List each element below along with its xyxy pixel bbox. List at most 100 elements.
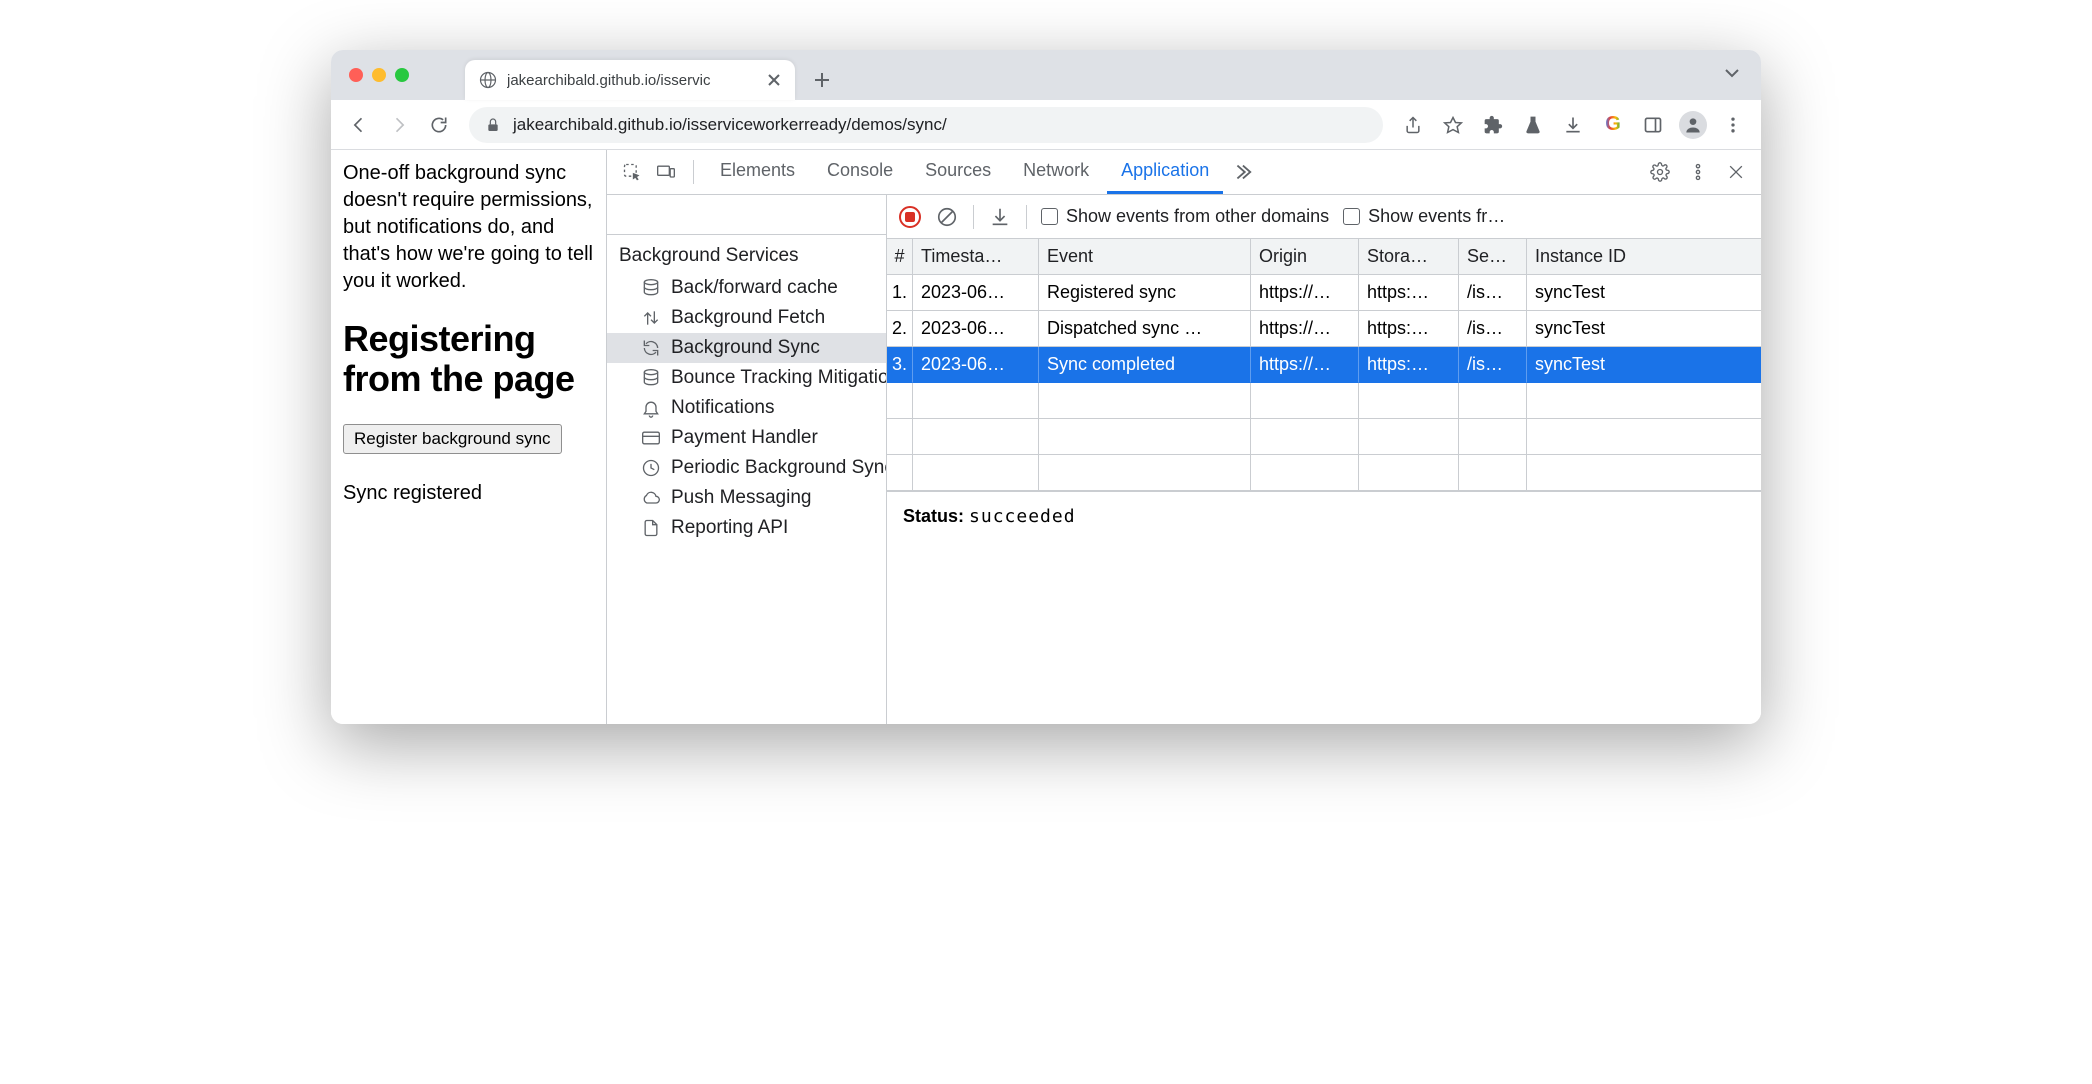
sidebar-item-label: Back/forward cache [671, 277, 838, 299]
tab-network[interactable]: Network [1009, 150, 1103, 194]
events-toolbar: Show events from other domains Show even… [887, 195, 1761, 239]
lock-icon [485, 117, 501, 133]
forward-button[interactable] [381, 107, 417, 143]
google-icon[interactable]: G [1595, 107, 1631, 143]
sidebar-item-reporting-api[interactable]: Reporting API [607, 513, 886, 543]
sidebar-item-background-fetch[interactable]: Background Fetch [607, 303, 886, 333]
sidebar-item-periodic-background-sync[interactable]: Periodic Background Sync [607, 453, 886, 483]
address-bar[interactable]: jakearchibald.github.io/isserviceworkerr… [469, 107, 1383, 143]
updown-icon [641, 308, 661, 328]
window-minimize-button[interactable] [372, 68, 386, 82]
share-icon[interactable] [1395, 107, 1431, 143]
col-storage[interactable]: Stora… [1359, 239, 1459, 275]
tab-elements[interactable]: Elements [706, 150, 809, 194]
new-tab-button[interactable] [805, 63, 839, 97]
sidebar-item-label: Background Fetch [671, 307, 825, 329]
browser-tab[interactable]: jakearchibald.github.io/isservic [465, 60, 795, 100]
sync-status-text: Sync registered [343, 482, 594, 505]
save-icon[interactable] [988, 205, 1012, 229]
sidebar-item-label: Payment Handler [671, 427, 818, 449]
show-other-domains-checkbox[interactable]: Show events from other domains [1041, 206, 1329, 227]
devtools-menu-icon[interactable] [1683, 157, 1713, 187]
inspect-element-icon[interactable] [617, 157, 647, 187]
extensions-icon[interactable] [1475, 107, 1511, 143]
col-scope[interactable]: Se… [1459, 239, 1527, 275]
tab-application[interactable]: Application [1107, 150, 1223, 194]
cell-instance-id: syncTest [1527, 347, 1761, 383]
cell-number: 1. [887, 275, 913, 311]
flask-icon[interactable] [1515, 107, 1551, 143]
cell-storage: https:… [1359, 311, 1459, 347]
sidebar-item-payment-handler[interactable]: Payment Handler [607, 423, 886, 453]
card-icon [641, 428, 661, 448]
tabs-menu-button[interactable] [1723, 64, 1741, 87]
close-devtools-icon[interactable] [1721, 157, 1751, 187]
download-icon[interactable] [1555, 107, 1591, 143]
sidebar-item-label: Bounce Tracking Mitigations [671, 367, 886, 389]
cell-scope: /is… [1459, 275, 1527, 311]
col-timestamp[interactable]: Timesta… [913, 239, 1039, 275]
events-table: # Timesta… Event Origin Stora… Se… Insta… [887, 239, 1761, 492]
col-event[interactable]: Event [1039, 239, 1251, 275]
col-instance-id[interactable]: Instance ID [1527, 239, 1761, 275]
bookmark-icon[interactable] [1435, 107, 1471, 143]
col-number[interactable]: # [887, 239, 913, 275]
cell-origin: https://… [1251, 347, 1359, 383]
col-origin[interactable]: Origin [1251, 239, 1359, 275]
sidebar-item-push-messaging[interactable]: Push Messaging [607, 483, 886, 513]
checkbox-label: Show events fr… [1368, 206, 1505, 227]
sidebar-item-label: Push Messaging [671, 487, 811, 509]
webpage-content: One-off background sync doesn't require … [331, 150, 606, 724]
cell-instance-id: syncTest [1527, 311, 1761, 347]
register-sync-button[interactable]: Register background sync [343, 424, 562, 454]
cell-instance-id: syncTest [1527, 275, 1761, 311]
show-events-checkbox[interactable]: Show events fr… [1343, 206, 1505, 227]
cell-number: 2. [887, 311, 913, 347]
window-zoom-button[interactable] [395, 68, 409, 82]
clear-icon[interactable] [935, 205, 959, 229]
application-sidebar: Background Services Back/forward cacheBa… [607, 195, 887, 724]
record-button[interactable] [899, 206, 921, 228]
device-toolbar-icon[interactable] [651, 157, 681, 187]
cell-event: Sync completed [1039, 347, 1251, 383]
cell-origin: https://… [1251, 311, 1359, 347]
sidebar-item-label: Periodic Background Sync [671, 457, 886, 479]
cell-event: Dispatched sync … [1039, 311, 1251, 347]
sidebar-item-notifications[interactable]: Notifications [607, 393, 886, 423]
close-icon[interactable] [767, 73, 781, 87]
database-icon [641, 278, 661, 298]
sync-icon [641, 338, 661, 358]
url-text: jakearchibald.github.io/isserviceworkerr… [513, 115, 947, 135]
cell-timestamp: 2023-06… [913, 311, 1039, 347]
tab-console[interactable]: Console [813, 150, 907, 194]
window-close-button[interactable] [349, 68, 363, 82]
detail-value: succeeded [969, 506, 1076, 527]
menu-icon[interactable] [1715, 107, 1751, 143]
sidebar-item-label: Background Sync [671, 337, 820, 359]
database-icon [641, 368, 661, 388]
sidebar-item-bounce-tracking-mitigations[interactable]: Bounce Tracking Mitigations [607, 363, 886, 393]
table-row[interactable]: 2.2023-06…Dispatched sync …https://…http… [887, 311, 1761, 347]
table-row[interactable]: 3.2023-06…Sync completedhttps://…https:…… [887, 347, 1761, 383]
settings-icon[interactable] [1645, 157, 1675, 187]
more-tabs-icon[interactable] [1227, 161, 1257, 183]
clock-icon [641, 458, 661, 478]
table-header-row: # Timesta… Event Origin Stora… Se… Insta… [887, 239, 1761, 275]
cell-timestamp: 2023-06… [913, 275, 1039, 311]
cell-storage: https:… [1359, 347, 1459, 383]
sidebar-item-back-forward-cache[interactable]: Back/forward cache [607, 273, 886, 303]
reload-button[interactable] [421, 107, 457, 143]
cell-scope: /is… [1459, 347, 1527, 383]
cell-number: 3. [887, 347, 913, 383]
sidepanel-icon[interactable] [1635, 107, 1671, 143]
cell-origin: https://… [1251, 275, 1359, 311]
page-heading: Registering from the page [343, 319, 594, 398]
back-button[interactable] [341, 107, 377, 143]
profile-avatar[interactable] [1675, 107, 1711, 143]
sidebar-item-label: Reporting API [671, 517, 788, 539]
sidebar-item-background-sync[interactable]: Background Sync [607, 333, 886, 363]
table-row[interactable]: 1.2023-06…Registered synchttps://…https:… [887, 275, 1761, 311]
cell-scope: /is… [1459, 311, 1527, 347]
tab-sources[interactable]: Sources [911, 150, 1005, 194]
detail-label: Status: [903, 506, 964, 526]
